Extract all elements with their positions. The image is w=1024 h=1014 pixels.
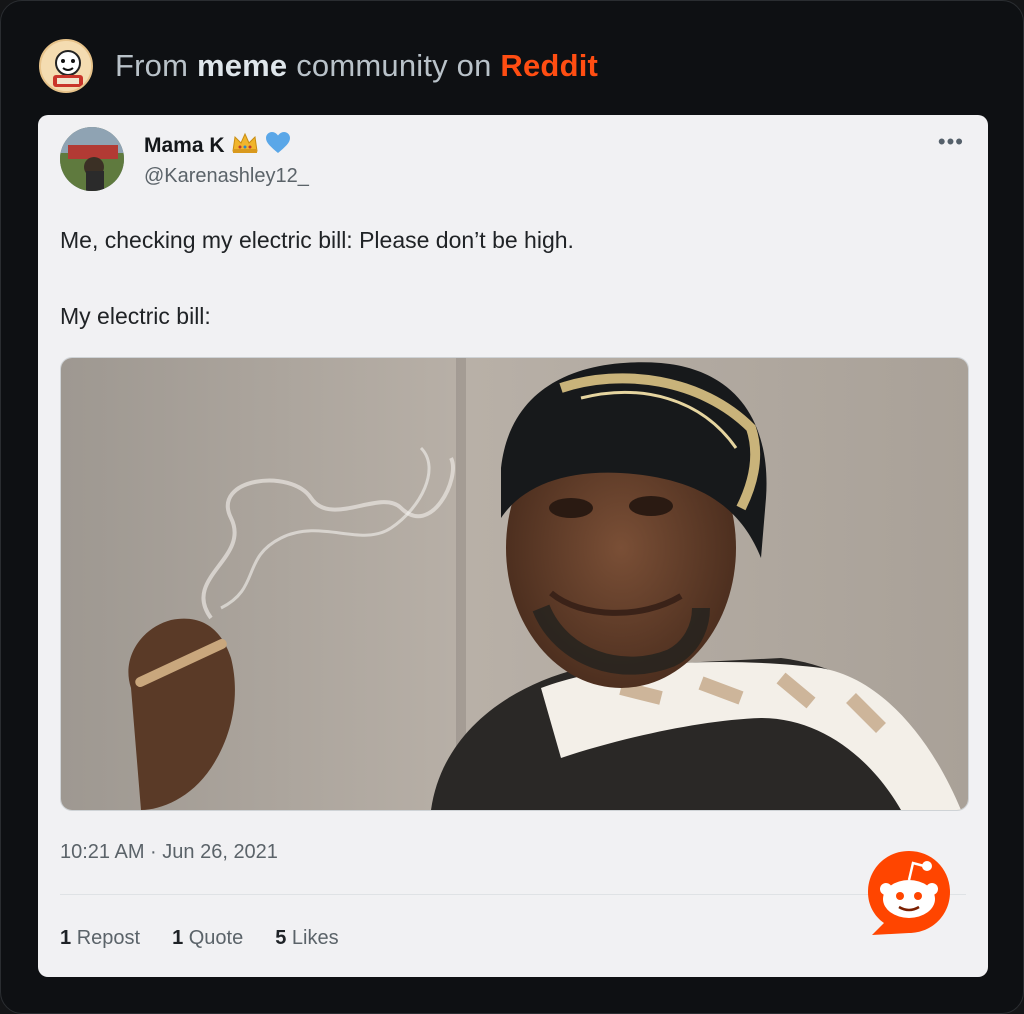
crown-icon [231,131,259,161]
tweet-media-image[interactable] [60,357,969,811]
tweet-text-line-1: Me, checking my electric bill: Please do… [60,227,574,253]
meme-community-avatar-icon[interactable] [39,39,93,93]
reposts-stat[interactable]: 1 Repost [60,927,140,950]
stats-divider [60,894,966,895]
author-name: Mama K [144,134,225,157]
platform-name[interactable]: Reddit [500,48,598,83]
tweet-card: Mama K @Karenashley12_ ••• Me, checking … [38,115,988,977]
community-name[interactable]: meme [197,48,287,83]
author-handle[interactable]: @Karenashley12_ [144,165,309,188]
post-source-text: From meme community on Reddit [115,48,598,84]
post-header: From meme community on Reddit [39,37,598,95]
likes-stat[interactable]: 5 Likes [275,927,338,950]
source-middle: community on [296,48,492,83]
source-prefix: From [115,48,189,83]
tweet-timestamp[interactable]: 10:21 AM · Jun 26, 2021 [60,841,278,864]
reddit-snoo-icon [864,847,954,937]
more-options-icon[interactable]: ••• [938,129,964,155]
blue-heart-icon [265,131,291,161]
quotes-stat[interactable]: 1 Quote [172,927,243,950]
tweet-text-line-2: My electric bill: [60,303,211,329]
author-name-row[interactable]: Mama K [144,131,291,161]
post-frame: From meme community on Reddit Mama K @Ka… [0,0,1024,1014]
engagement-stats: 1 Repost 1 Quote 5 Likes [60,927,339,950]
author-avatar[interactable] [60,127,124,191]
